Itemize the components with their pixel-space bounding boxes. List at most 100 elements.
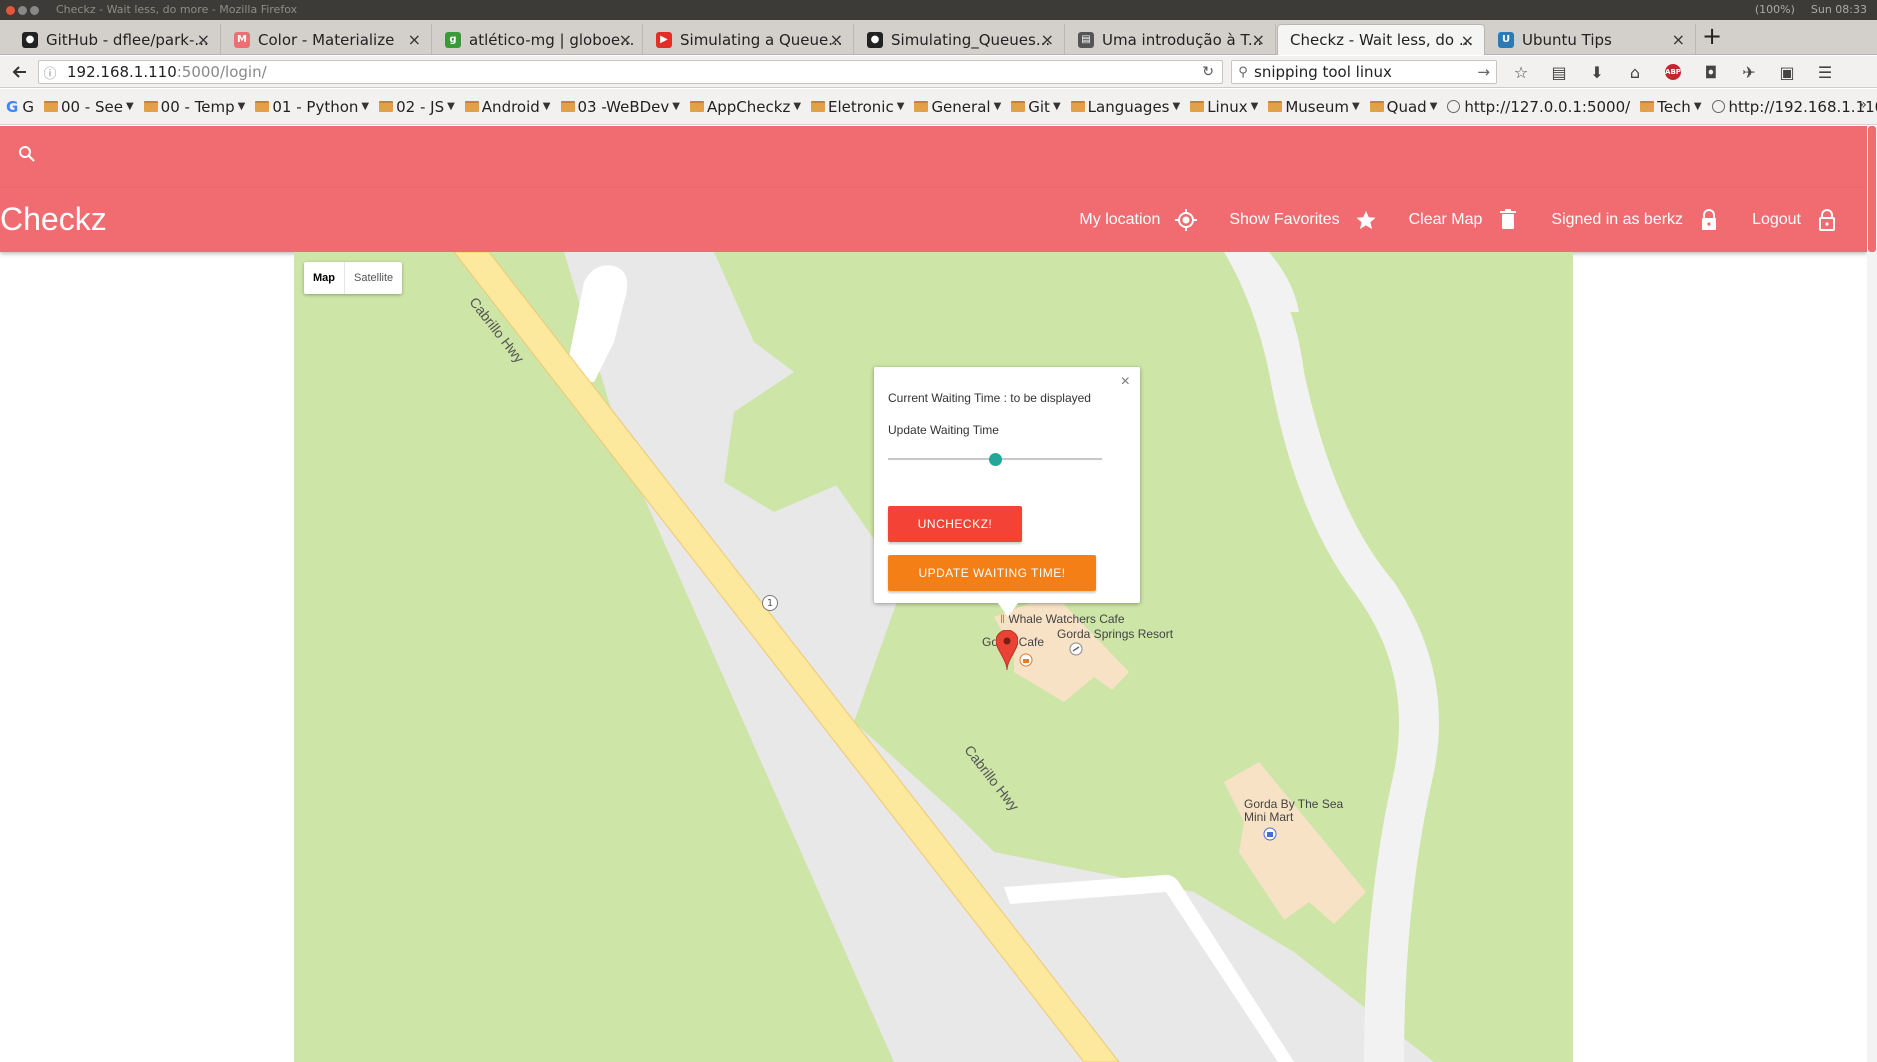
folder-icon	[143, 101, 158, 112]
reading-list-icon[interactable]: ▤	[1546, 60, 1572, 84]
download-icon[interactable]: ⬇	[1584, 60, 1610, 84]
materialize-icon: M	[234, 31, 250, 48]
close-window-icon[interactable]	[6, 6, 15, 15]
tab[interactable]: g atlético-mg | globoe... ×	[433, 24, 643, 55]
close-tab-icon[interactable]: ×	[1672, 30, 1685, 49]
maximize-window-icon[interactable]	[30, 6, 39, 15]
new-tab-button[interactable]: +	[1702, 22, 1722, 50]
logout-link[interactable]: Logout	[1752, 208, 1839, 232]
tab-title: Simulating_Queues...	[891, 30, 1051, 49]
map-marker-icon[interactable]	[996, 630, 1018, 670]
folder-icon	[1640, 101, 1655, 112]
bookmark-folder[interactable]: Museum ▼	[1268, 98, 1360, 116]
bookmark-folder[interactable]: 00 - Temp ▼	[143, 98, 245, 116]
close-tab-icon[interactable]: ×	[408, 30, 421, 49]
bookmark-folder[interactable]: Git ▼	[1011, 98, 1061, 116]
system-tray: (100%) Sun 08:33	[1755, 3, 1867, 16]
window-controls[interactable]	[6, 6, 39, 15]
bookmark-folder[interactable]: General ▼	[914, 98, 1001, 116]
clear-map-link[interactable]: Clear Map	[1409, 208, 1521, 232]
bookmark-folder[interactable]: 02 - JS ▼	[379, 98, 455, 116]
close-icon[interactable]: ×	[1121, 373, 1130, 391]
close-tab-icon[interactable]: ×	[619, 30, 632, 49]
page-scrollbar[interactable]	[1867, 126, 1877, 1062]
my-location-link[interactable]: My location	[1079, 208, 1198, 232]
chevron-down-icon: ▼	[993, 101, 1002, 112]
slider-thumb[interactable]	[989, 453, 1002, 466]
bookmarks-overflow-icon[interactable]: »	[1858, 97, 1867, 113]
map-type-map[interactable]: Map	[304, 262, 344, 294]
tab[interactable]: ▶ Simulating a Queue... ×	[644, 24, 854, 55]
reload-icon[interactable]: ↻	[1202, 64, 1214, 80]
tab[interactable]: M Color - Materialize ×	[222, 24, 432, 55]
tab-title: Ubuntu Tips	[1522, 30, 1612, 49]
bookmark-star-icon[interactable]: ☆	[1508, 60, 1534, 84]
bookmark-link[interactable]: http://192.168.1.110:...	[1711, 98, 1877, 116]
battery-status: (100%)	[1754, 3, 1795, 16]
adblock-icon[interactable]: ABP	[1660, 60, 1686, 84]
app-search-bar[interactable]	[0, 126, 1867, 188]
info-icon[interactable]: ⓘ	[39, 63, 61, 82]
bookmark-folder[interactable]: Quad ▼	[1369, 98, 1437, 116]
extension-icon[interactable]: ✈	[1736, 60, 1762, 84]
poi-label[interactable]: ǁ Whale Watchers Cafe	[1000, 613, 1125, 626]
search-icon[interactable]	[18, 145, 36, 163]
tab[interactable]: U Ubuntu Tips ×	[1486, 24, 1696, 55]
bookmark-folder[interactable]: Linux ▼	[1190, 98, 1258, 116]
search-bar[interactable]: ⚲ snipping tool linux →	[1231, 60, 1497, 84]
chevron-down-icon: ▼	[1693, 101, 1702, 112]
bookmark-folder[interactable]: Eletronic ▼	[811, 98, 904, 116]
tab[interactable]: ▤ Uma introdução à T... ×	[1066, 24, 1276, 55]
poi-label[interactable]: Gorda Springs Resort	[1057, 628, 1173, 641]
folder-icon	[43, 101, 58, 112]
cafe-icon[interactable]	[1019, 653, 1033, 667]
brand-logo[interactable]: Checkz	[0, 201, 107, 238]
chevron-down-icon: ▼	[1351, 101, 1360, 112]
bookmark-link[interactable]: http://127.0.0.1:5000/	[1447, 98, 1630, 116]
update-waiting-time-button[interactable]: UPDATE WAITING TIME!	[888, 555, 1096, 591]
google-icon: G	[6, 97, 19, 116]
minimize-window-icon[interactable]	[18, 6, 27, 15]
poi-label[interactable]: Gorda By The Sea Mini Mart	[1244, 798, 1354, 824]
close-tab-icon[interactable]: ×	[1461, 31, 1474, 50]
close-tab-icon[interactable]: ×	[830, 30, 843, 49]
home-icon[interactable]: ⌂	[1622, 60, 1648, 84]
bookmark-folder[interactable]: Tech ▼	[1640, 98, 1702, 116]
search-input[interactable]: snipping tool linux	[1254, 63, 1392, 81]
tab-title: atlético-mg | globoe...	[469, 30, 635, 49]
globo-icon: g	[445, 31, 461, 48]
tab[interactable]: ● Simulating_Queues... ×	[855, 24, 1065, 55]
tab-active[interactable]: Checkz - Wait less, do ... ×	[1277, 24, 1485, 55]
bookmark-folder[interactable]: Android ▼	[464, 98, 551, 116]
document-icon: ▤	[1078, 31, 1094, 48]
close-tab-icon[interactable]: ×	[197, 30, 210, 49]
map-type-satellite[interactable]: Satellite	[344, 262, 402, 294]
bookmark-folder[interactable]: 00 - See ▼	[43, 98, 134, 116]
bookmark-folder[interactable]: 01 - Python ▼	[255, 98, 369, 116]
address-bar[interactable]: ⓘ 192.168.1.110:5000/login/ ↻	[38, 60, 1223, 84]
search-go-icon[interactable]: →	[1477, 63, 1490, 81]
uncheckz-button[interactable]: UNCHECKZ!	[888, 506, 1022, 542]
scrollbar-thumb[interactable]	[1868, 126, 1876, 252]
bookmark-google[interactable]: GG	[6, 98, 34, 116]
bookmark-folder[interactable]: 03 -WeBDev ▼	[560, 98, 680, 116]
shopping-icon[interactable]	[1263, 827, 1277, 841]
bookmark-folder[interactable]: Languages ▼	[1070, 98, 1180, 116]
close-tab-icon[interactable]: ×	[1252, 30, 1265, 49]
folder-extension-icon[interactable]: ▣	[1774, 60, 1800, 84]
tab-title: Color - Materialize	[258, 30, 395, 49]
back-button[interactable]	[8, 60, 32, 84]
show-favorites-link[interactable]: Show Favorites	[1229, 208, 1377, 232]
tab-strip: ● GitHub - dflee/park-... × M Color - Ma…	[0, 20, 1877, 55]
tab[interactable]: ● GitHub - dflee/park-... ×	[10, 24, 221, 55]
waiting-time-slider[interactable]	[888, 451, 1102, 467]
current-waiting-text: Current Waiting Time : to be displayed	[888, 391, 1091, 405]
folder-icon	[1369, 101, 1384, 112]
bookmark-folder[interactable]: AppCheckz ▼	[690, 98, 801, 116]
pocket-icon[interactable]: ◘	[1698, 60, 1724, 84]
signed-in-link[interactable]: Signed in as berkz	[1551, 208, 1721, 232]
globe-icon	[1447, 100, 1461, 113]
close-tab-icon[interactable]: ×	[1041, 30, 1054, 49]
menu-icon[interactable]: ☰	[1812, 60, 1838, 84]
lodging-icon[interactable]	[1069, 642, 1083, 656]
